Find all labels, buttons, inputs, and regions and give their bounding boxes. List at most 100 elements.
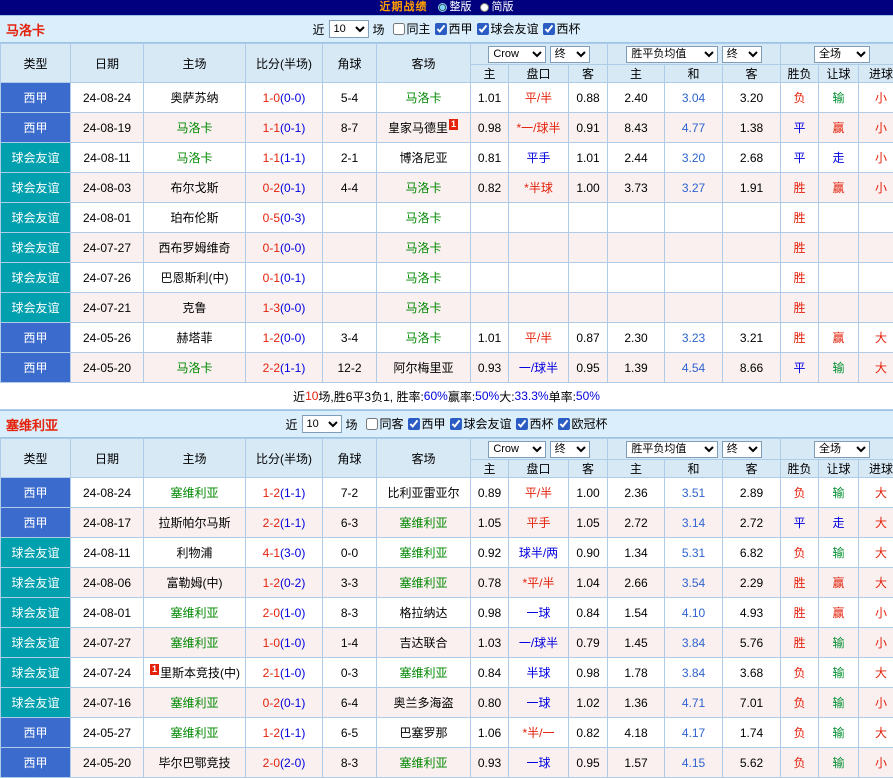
avg-home-cell: 3.73: [608, 173, 665, 203]
fulltime-score: 1-2: [263, 726, 280, 740]
matches-body-1: 西甲24-08-24塞维利亚1-2(1-1)7-2比利亚雷亚尔0.89平/半1.…: [1, 478, 893, 778]
avg-group-header: 胜平负均值 终: [608, 44, 781, 65]
handicap-result-cell: 输: [819, 658, 859, 688]
col-date-header: 日期: [71, 44, 144, 83]
filter-checkboxes-0: 同主西甲球会友谊西杯: [388, 20, 580, 38]
filter-checkbox[interactable]: [435, 23, 447, 35]
filter-checkbox[interactable]: [407, 418, 419, 430]
avg-odds-select[interactable]: 胜平负均值: [626, 441, 718, 458]
avg-final-select[interactable]: 终: [722, 441, 762, 458]
halftime-score: (0-0): [280, 301, 305, 315]
filter-同客[interactable]: 同客: [365, 415, 403, 432]
filter-欧冠杯[interactable]: 欧冠杯: [558, 415, 608, 432]
match-row: 西甲24-05-20毕尔巴鄂竞技2-0(2-0)8-3塞维利亚0.93一球0.9…: [1, 748, 893, 778]
filter-同主[interactable]: 同主: [392, 20, 430, 37]
team-name: 塞维利亚: [399, 576, 447, 590]
odds-home-cell: 1.06: [471, 718, 509, 748]
recent-count-select[interactable]: 10: [301, 415, 341, 433]
odds-home-cell: [471, 293, 509, 323]
filter-checkbox[interactable]: [543, 23, 555, 35]
team-name: 马洛卡: [405, 331, 441, 345]
score-cell: 0-1(0-0): [246, 233, 323, 263]
avg-draw-cell: 3.51: [665, 478, 723, 508]
col-date-header: 日期: [71, 439, 144, 478]
avg-draw-cell: 4.71: [665, 688, 723, 718]
avg-home-cell: 1.78: [608, 658, 665, 688]
score-cell: 1-0(0-0): [246, 83, 323, 113]
odds-away-cell: 0.88: [569, 83, 608, 113]
scope-select[interactable]: 全场: [814, 441, 870, 458]
scope-select[interactable]: 全场: [814, 46, 870, 63]
home-team-cell: 马洛卡: [144, 143, 246, 173]
team-name: 毕尔巴鄂竞技: [158, 756, 230, 770]
filter-label: 同主: [406, 20, 430, 37]
filter-checkbox[interactable]: [477, 23, 489, 35]
corners-cell: [323, 233, 377, 263]
score-cell: 0-5(0-3): [246, 203, 323, 233]
summary-segment: 50%: [475, 389, 499, 403]
avg-final-select[interactable]: 终: [722, 46, 762, 63]
team-name: 马洛卡: [405, 211, 441, 225]
version-option-1[interactable]: 简版: [480, 2, 514, 13]
goals-cell: [859, 293, 893, 323]
version-option-0[interactable]: 整版: [438, 2, 472, 13]
filter-西杯[interactable]: 西杯: [516, 415, 554, 432]
odds-home-cell: 0.78: [471, 568, 509, 598]
filter-西甲[interactable]: 西甲: [407, 415, 445, 432]
version-radio[interactable]: [438, 3, 447, 12]
odds-home-cell: [471, 233, 509, 263]
handicap-result-cell: [819, 293, 859, 323]
team-title: 马洛卡: [0, 20, 45, 39]
filter-球会友谊[interactable]: 球会友谊: [477, 20, 539, 37]
odds-source-select[interactable]: Crow: [488, 441, 546, 458]
outcome-cell: 胜: [781, 173, 819, 203]
avg-draw-cell: 3.14: [665, 508, 723, 538]
odds-final-select[interactable]: 终: [550, 441, 590, 458]
filter-checkbox[interactable]: [516, 418, 528, 430]
fulltime-score: 0-1: [263, 271, 280, 285]
filter-球会友谊[interactable]: 球会友谊: [450, 415, 512, 432]
halftime-score: (0-1): [280, 271, 305, 285]
outcome-cell: 胜: [781, 628, 819, 658]
recent-count-select[interactable]: 10: [328, 20, 368, 38]
home-team-cell: 利物浦: [144, 538, 246, 568]
home-team-cell: 毕尔巴鄂竞技: [144, 748, 246, 778]
handicap-cell: 平/半: [509, 83, 569, 113]
filter-checkbox[interactable]: [365, 418, 377, 430]
match-row: 球会友谊24-07-27西布罗姆维奇0-1(0-0)马洛卡胜: [1, 233, 893, 263]
halftime-score: (3-0): [280, 546, 305, 560]
odds-away-cell: 1.00: [569, 478, 608, 508]
avg-odds-select[interactable]: 胜平负均值: [626, 46, 718, 63]
outcome-cell: 负: [781, 83, 819, 113]
home-team-cell: 马洛卡: [144, 353, 246, 383]
odds-away-cell: 0.95: [569, 748, 608, 778]
odds-source-select[interactable]: Crow: [488, 46, 546, 63]
score-cell: 1-3(0-0): [246, 293, 323, 323]
avg-away-cell: [723, 293, 781, 323]
filter-label: 球会友谊: [464, 415, 512, 432]
filter-checkbox[interactable]: [450, 418, 462, 430]
filter-西甲[interactable]: 西甲: [435, 20, 473, 37]
team-name: 塞维利亚: [399, 516, 447, 530]
matches-table-wrap: 类型 日期 主场 比分(半场) 角球 客场 Crow 终 胜平负均值 终: [0, 438, 893, 778]
date-cell: 24-07-21: [71, 293, 144, 323]
version-radio[interactable]: [480, 3, 489, 12]
odds-final-select[interactable]: 终: [550, 46, 590, 63]
avg-home-cell: [608, 203, 665, 233]
outcome-cell: 胜: [781, 203, 819, 233]
handicap-cell: *一/球半: [509, 113, 569, 143]
filter-checkbox[interactable]: [558, 418, 570, 430]
odds-home-cell: 0.98: [471, 598, 509, 628]
goals-cell: 大: [859, 658, 893, 688]
filter-西杯[interactable]: 西杯: [543, 20, 581, 37]
match-row: 球会友谊24-07-241里斯本竞技(中)2-1(1-0)0-3塞维利亚0.84…: [1, 658, 893, 688]
corners-cell: 2-1: [323, 143, 377, 173]
halftime-score: (1-1): [280, 151, 305, 165]
team-name: 赫塔菲: [176, 331, 212, 345]
sub-handicap-result-header: 让球: [819, 460, 859, 478]
avg-draw-cell: 4.54: [665, 353, 723, 383]
handicap-result-cell: 输: [819, 688, 859, 718]
fulltime-score: 4-1: [263, 546, 280, 560]
filter-checkbox[interactable]: [392, 23, 404, 35]
home-team-cell: 塞维利亚: [144, 718, 246, 748]
